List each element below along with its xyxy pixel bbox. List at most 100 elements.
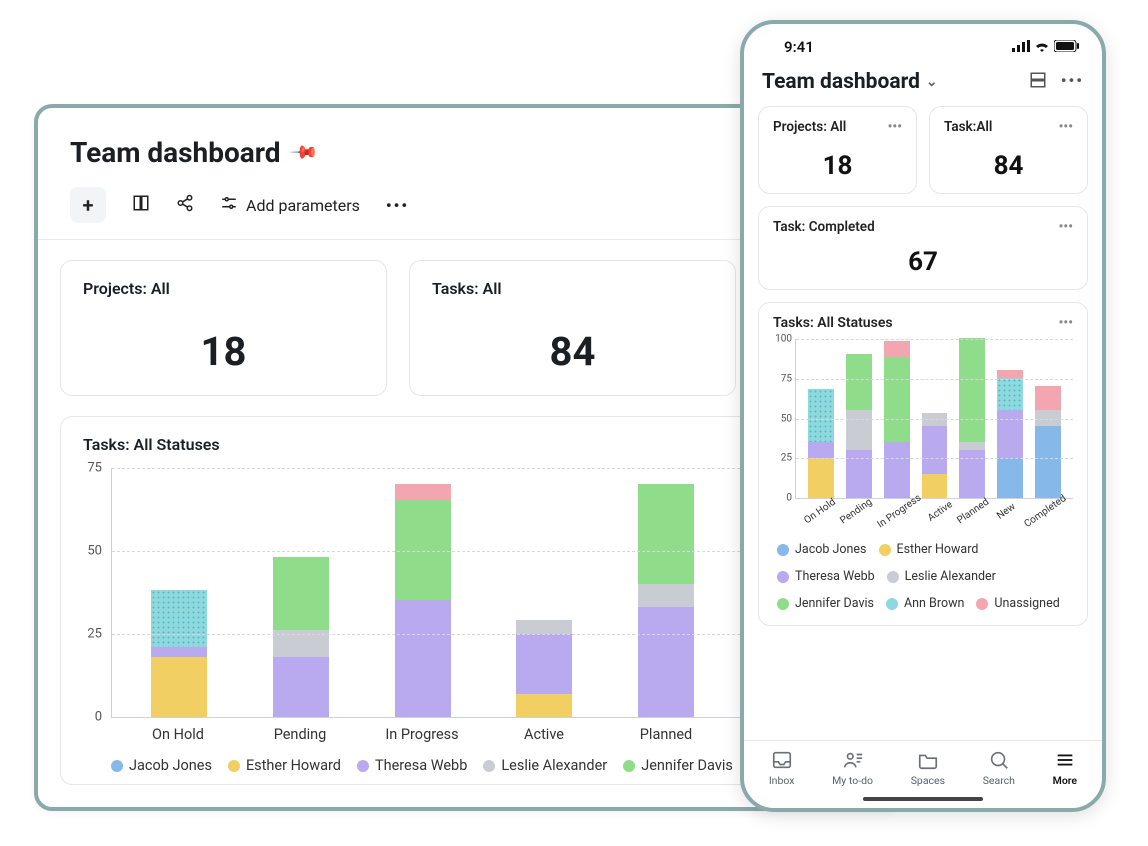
legend-swatch — [228, 760, 240, 772]
add-parameters-label: Add parameters — [246, 196, 360, 215]
legend-item[interactable]: Ann Brown — [886, 596, 964, 611]
bar-segment — [516, 694, 572, 717]
tab-spaces[interactable]: Spaces — [911, 749, 945, 787]
kpi-value: 18 — [83, 328, 364, 375]
y-tick-label: 25 — [781, 453, 792, 464]
kpi-value: 84 — [944, 151, 1073, 181]
legend-swatch — [777, 571, 789, 583]
bar-segment — [151, 657, 207, 717]
bar-column[interactable] — [846, 354, 872, 498]
bar-segment — [846, 354, 872, 410]
layout-icon[interactable] — [132, 194, 150, 217]
legend-swatch — [777, 598, 789, 610]
bar-segment — [273, 557, 329, 630]
legend-item[interactable]: Unassigned — [976, 596, 1059, 611]
legend-label: Esther Howard — [897, 542, 979, 557]
bar-segment — [1035, 426, 1061, 498]
tab-label: My to-do — [832, 774, 873, 787]
bar-segment — [808, 389, 834, 442]
y-tick-label: 50 — [781, 413, 792, 424]
pin-icon[interactable]: 📌 — [288, 137, 319, 168]
legend-item[interactable]: Jennifer Davis — [623, 757, 733, 774]
sliders-icon — [220, 194, 238, 216]
x-tick-label: On Hold — [802, 497, 838, 527]
legend-item[interactable]: Jacob Jones — [111, 757, 212, 774]
legend-label: Theresa Webb — [795, 569, 875, 584]
chart-x-axis: On HoldPendingIn ProgressActivePlannedNe… — [793, 507, 1073, 518]
bar-column[interactable] — [884, 341, 910, 498]
bar-segment — [638, 584, 694, 607]
legend-item[interactable]: Jennifer Davis — [777, 596, 874, 611]
bar-segment — [959, 338, 985, 442]
legend-item[interactable]: Leslie Alexander — [887, 569, 996, 584]
mobile-body: Projects: All ••• 18 Task:All ••• 84 Tas… — [744, 106, 1102, 740]
card-menu-icon[interactable]: ••• — [1059, 219, 1073, 235]
legend-item[interactable]: Esther Howard — [879, 542, 979, 557]
legend-item[interactable]: Theresa Webb — [357, 757, 467, 774]
legend-item[interactable]: Leslie Alexander — [483, 757, 607, 774]
kpi-card-projects[interactable]: Projects: All 18 — [60, 260, 387, 396]
view-toggle-icon[interactable] — [1029, 71, 1047, 93]
bar-column[interactable] — [922, 413, 948, 498]
y-tick-label: 100 — [775, 334, 792, 345]
home-indicator[interactable] — [863, 797, 983, 801]
share-icon[interactable] — [176, 194, 194, 217]
bar-segment — [273, 657, 329, 717]
bar-segment — [151, 647, 207, 657]
bar-column[interactable] — [808, 389, 834, 498]
y-tick-label: 0 — [786, 493, 792, 504]
kpi-card-tasks[interactable]: Task:All ••• 84 — [929, 106, 1088, 194]
legend-label: Leslie Alexander — [905, 569, 996, 584]
bar-segment — [884, 442, 910, 498]
bar-column[interactable] — [273, 557, 329, 717]
bar-column[interactable] — [638, 484, 694, 717]
legend-swatch — [887, 571, 899, 583]
mobile-header: Team dashboard ⌄ ••• — [744, 62, 1102, 106]
bar-column[interactable] — [151, 590, 207, 717]
bar-segment — [516, 620, 572, 633]
y-tick-label: 75 — [781, 373, 792, 384]
tab-search[interactable]: Search — [983, 749, 1015, 787]
kpi-title: Tasks: All — [432, 279, 713, 298]
kpi-card-tasks[interactable]: Tasks: All 84 — [409, 260, 736, 396]
tab-more[interactable]: More — [1053, 749, 1077, 787]
tab-label: Search — [983, 774, 1015, 787]
battery-icon — [1054, 38, 1080, 56]
more-menu-icon[interactable]: ••• — [386, 196, 409, 215]
add-parameters-button[interactable]: Add parameters — [220, 194, 360, 216]
kpi-title: Projects: All — [773, 119, 846, 135]
tab-label: More — [1053, 774, 1077, 787]
bar-segment — [922, 413, 948, 426]
wifi-icon — [1034, 38, 1050, 56]
legend-swatch — [111, 760, 123, 772]
y-tick-label: 75 — [87, 461, 102, 476]
legend-label: Unassigned — [994, 596, 1059, 611]
card-menu-icon[interactable]: ••• — [1059, 119, 1073, 135]
legend-swatch — [879, 544, 891, 556]
legend-item[interactable]: Theresa Webb — [777, 569, 875, 584]
kpi-card-completed[interactable]: Task: Completed ••• 67 — [758, 206, 1088, 290]
card-menu-icon[interactable]: ••• — [888, 119, 902, 135]
bar-segment — [884, 357, 910, 442]
legend-item[interactable]: Jacob Jones — [777, 542, 867, 557]
bar-segment — [884, 341, 910, 357]
bar-segment — [846, 450, 872, 498]
legend-item[interactable]: Esther Howard — [228, 757, 341, 774]
add-button[interactable]: + — [70, 187, 106, 223]
bar-segment — [959, 450, 985, 498]
x-tick-label: Planned — [955, 497, 991, 527]
y-tick-label: 0 — [95, 710, 102, 725]
page-title[interactable]: Team dashboard ⌄ — [762, 70, 938, 94]
bar-segment — [959, 442, 985, 450]
bar-column[interactable] — [395, 484, 451, 717]
tab-inbox[interactable]: Inbox — [769, 749, 795, 787]
bar-column[interactable] — [1035, 386, 1061, 498]
kpi-card-projects[interactable]: Projects: All ••• 18 — [758, 106, 917, 194]
legend-label: Jennifer Davis — [641, 757, 733, 774]
x-tick-label: On Hold — [117, 726, 239, 743]
bar-column[interactable] — [997, 370, 1023, 498]
tab-my-todo[interactable]: My to-do — [832, 749, 873, 787]
card-menu-icon[interactable]: ••• — [1059, 315, 1073, 331]
more-menu-icon[interactable]: ••• — [1061, 71, 1084, 93]
bar-segment — [997, 378, 1023, 410]
